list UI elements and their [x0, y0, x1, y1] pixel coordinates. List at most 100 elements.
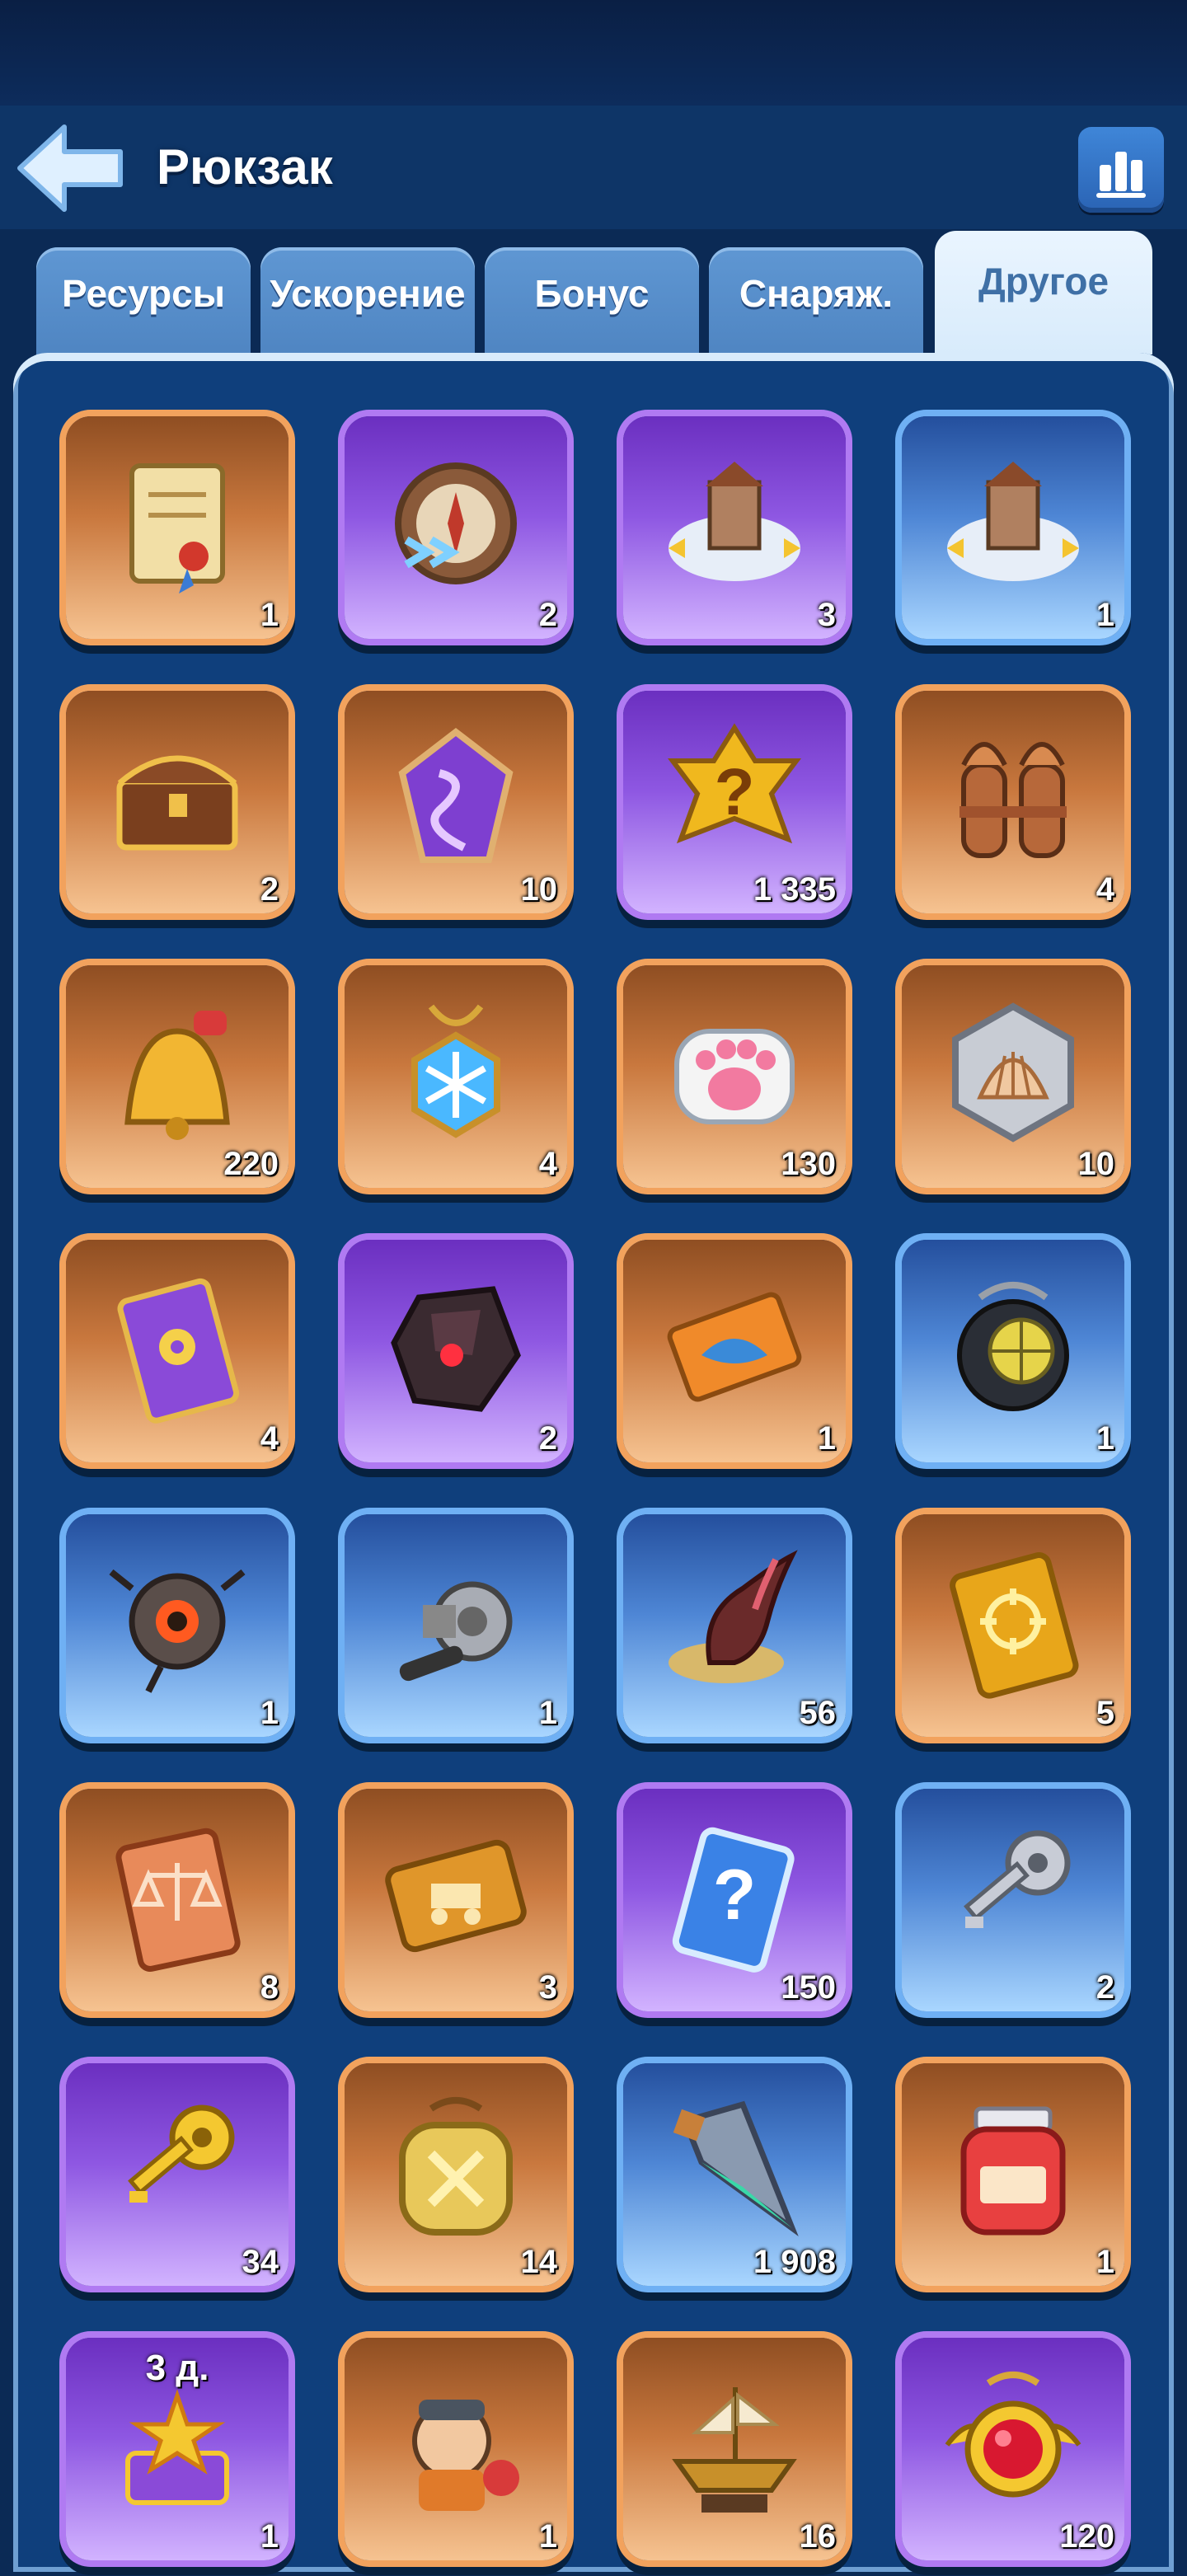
jam-jar-icon	[960, 2106, 1066, 2236]
item-count: 150	[781, 1969, 836, 2006]
fishing-reel-icon	[399, 1581, 513, 1682]
inventory-item[interactable]: 1	[902, 416, 1124, 639]
item-count: 130	[781, 1146, 836, 1182]
treasure-chest-icon	[116, 755, 238, 851]
inventory-item[interactable]: 2	[902, 1789, 1124, 2011]
bell-icon	[124, 1011, 230, 1140]
item-count: 2	[538, 1420, 557, 1457]
claw-horn-icon	[669, 1550, 798, 1683]
inventory-grid: 1 2 3 1 2 10? 1 335 4 220 4 130 10 4 2 1 1 1 1 56 5 8 3? 150 2 3…	[66, 416, 1129, 2576]
inventory-item[interactable]: 10	[345, 691, 567, 913]
inventory-item[interactable]: 1	[345, 1514, 567, 1737]
hero-portrait-icon	[412, 2400, 519, 2511]
target-ticket-icon	[950, 1552, 1079, 1699]
item-count: 4	[1096, 871, 1114, 908]
item-count: 220	[223, 1146, 279, 1182]
inventory-item[interactable]: 16	[623, 2338, 846, 2560]
item-count: 1	[1096, 597, 1114, 633]
item-count: 5	[1096, 1695, 1114, 1731]
inventory-item[interactable]: 56	[623, 1514, 846, 1737]
inventory-item[interactable]: 1	[902, 1240, 1124, 1462]
inventory-item[interactable]: 1	[345, 2338, 567, 2560]
mystery-card-icon: ?	[672, 1827, 795, 1973]
inventory-item[interactable]: 1	[66, 1514, 289, 1737]
item-count: 1 908	[753, 2244, 836, 2280]
inventory-item[interactable]: 1 908	[623, 2063, 846, 2286]
inventory-item[interactable]: 2	[345, 1240, 567, 1462]
inventory-item[interactable]: 2	[345, 416, 567, 639]
item-count: 34	[242, 2244, 279, 2280]
inventory-item[interactable]: 4	[345, 965, 567, 1188]
shell-token-icon	[952, 1002, 1074, 1143]
item-count: 10	[1077, 1146, 1115, 1182]
rocket-boosters-icon	[959, 742, 1067, 858]
svg-text:?: ?	[713, 1856, 757, 1935]
scales-ticket-icon	[115, 1828, 241, 1972]
flower-card-icon	[117, 1278, 240, 1424]
item-count: 1	[817, 1420, 836, 1457]
item-count: 1	[538, 2518, 557, 2555]
item-timer: 3 д.	[145, 2348, 209, 2388]
item-count: 2	[1096, 1969, 1114, 2006]
tab-equipment[interactable]: Снаряж.	[709, 247, 923, 354]
inventory-item[interactable]: 10	[902, 965, 1124, 1188]
tab-speedups[interactable]: Ускорение	[260, 247, 475, 354]
item-count: 4	[260, 1420, 279, 1457]
inventory-item[interactable]: 1	[902, 2063, 1124, 2286]
inventory-item[interactable]: ? 1 335	[623, 691, 846, 913]
scroll-icon	[129, 463, 225, 594]
item-count: 4	[538, 1146, 557, 1182]
inventory-item[interactable]: ? 150	[623, 1789, 846, 2011]
inventory-item[interactable]: 2	[66, 691, 289, 913]
svg-text:?: ?	[715, 755, 755, 828]
tab-other[interactable]: Другое	[935, 231, 1152, 354]
inventory-item[interactable]: 1	[66, 416, 289, 639]
back-button[interactable]	[15, 122, 125, 214]
inventory-item[interactable]: 4	[902, 691, 1124, 913]
item-count: 1	[260, 597, 279, 633]
item-count: 3	[817, 597, 836, 633]
item-count: 1	[1096, 1420, 1114, 1457]
item-count: 1	[538, 1695, 557, 1731]
tab-bar: Ресурсы Ускорение Бонус Снаряж. Другое	[36, 231, 1157, 354]
item-count: 2	[260, 871, 279, 908]
inventory-item[interactable]: 1	[623, 1240, 846, 1462]
building-relocate-icon	[669, 462, 800, 581]
fish-ticket-icon	[667, 1292, 802, 1402]
dark-ore-icon	[391, 1286, 521, 1412]
inventory-item[interactable]: 220	[66, 965, 289, 1188]
item-count: 120	[1059, 2518, 1114, 2555]
page-title: Рюкзак	[157, 139, 333, 195]
tab-bonus[interactable]: Бонус	[485, 247, 699, 354]
ruby-amulet-icon	[945, 2372, 1081, 2498]
item-count: 14	[520, 2244, 558, 2280]
diving-helmet-icon	[957, 1282, 1069, 1411]
ship-statue-icon	[672, 2387, 797, 2513]
tank-ticket-icon	[385, 1839, 527, 1953]
inventory-item[interactable]: 3 д. 1	[66, 2338, 289, 2560]
inventory-item[interactable]: 4	[66, 1240, 289, 1462]
inventory-item[interactable]: 120	[902, 2338, 1124, 2560]
paw-token-icon	[674, 1029, 795, 1124]
tab-resources[interactable]: Ресурсы	[36, 247, 251, 354]
rune-stone-icon	[398, 727, 514, 863]
snowflake-amulet-icon	[411, 1004, 500, 1138]
compass-speed-icon	[395, 462, 517, 584]
inventory-item[interactable]: 3	[345, 1789, 567, 2011]
inventory-item[interactable]: 14	[345, 2063, 567, 2286]
item-count: 3	[538, 1969, 557, 2006]
item-count: 16	[799, 2518, 837, 2555]
inventory-item[interactable]: 3	[623, 416, 846, 639]
inventory-item[interactable]: 8	[66, 1789, 289, 2011]
item-count: 2	[538, 597, 557, 633]
inventory-item[interactable]: 5	[902, 1514, 1124, 1737]
crystal-shard-icon	[673, 2100, 799, 2236]
robot-drone-icon	[109, 1569, 246, 1693]
status-bar	[0, 0, 1187, 106]
stats-button[interactable]	[1078, 127, 1164, 213]
inventory-item[interactable]: 34	[66, 2063, 289, 2286]
item-count: 10	[520, 871, 558, 908]
mystery-badge-icon: ?	[668, 723, 801, 844]
inventory-item[interactable]: 130	[623, 965, 846, 1188]
item-count: 1 335	[753, 871, 836, 908]
